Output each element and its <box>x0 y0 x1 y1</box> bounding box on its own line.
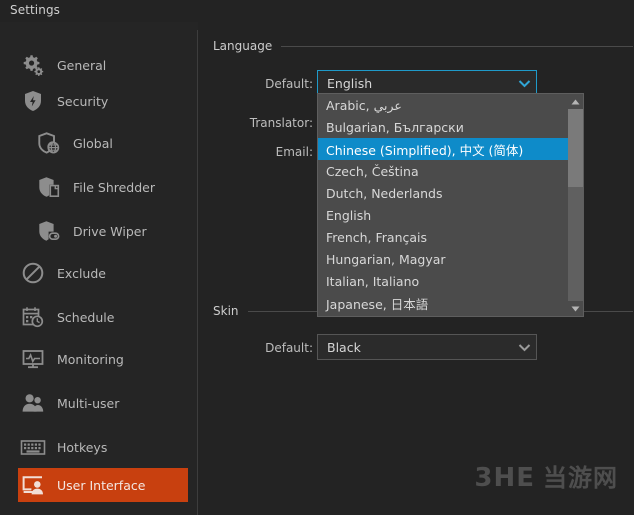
chevron-down-icon <box>512 335 536 359</box>
sidebar-item-security[interactable]: Security <box>18 84 188 118</box>
dropdown-scrollbar[interactable] <box>568 94 583 316</box>
watermark-latin: 3HE <box>474 463 535 493</box>
sidebar-item-label: Exclude <box>57 265 106 281</box>
language-default-value: English <box>327 75 373 91</box>
dropdown-item[interactable]: Italian, Italiano <box>318 270 570 292</box>
sidebar-item-general[interactable]: General <box>18 48 188 82</box>
sidebar-item-user-interface[interactable]: User Interface <box>18 468 188 502</box>
dropdown-item[interactable]: French, Français <box>318 226 570 248</box>
settings-window: Settings General Security Global File Sh… <box>0 0 634 515</box>
sidebar-item-schedule[interactable]: Schedule <box>18 300 188 334</box>
dropdown-item-label: Italian, Italiano <box>326 273 420 289</box>
monitor-user-icon <box>18 472 48 498</box>
dropdown-item-label: Arabic, عربي <box>326 97 402 113</box>
sidebar-item-label: Hotkeys <box>57 439 108 455</box>
translator-label: Translator: <box>249 116 313 130</box>
dropdown-item[interactable]: Czech, Čeština <box>318 160 570 182</box>
language-group-separator <box>281 45 633 47</box>
language-dropdown-list[interactable]: Arabic, عربي Bulgarian, Български Chinese … <box>317 93 584 317</box>
scroll-up-arrow-icon[interactable] <box>568 94 583 109</box>
sidebar-item-exclude[interactable]: Exclude <box>18 256 188 290</box>
sidebar-item-label: Multi-user <box>57 395 120 411</box>
skin-default-combobox[interactable]: Black <box>317 334 537 360</box>
sidebar-item-label: Global <box>73 135 113 151</box>
sidebar-item-label: Schedule <box>57 309 115 325</box>
sidebar-item-multi-user[interactable]: Multi-user <box>18 386 188 420</box>
no-entry-icon <box>18 260 48 286</box>
dropdown-item[interactable]: English <box>318 204 570 226</box>
sidebar-item-label: General <box>57 57 107 73</box>
dropdown-item-label: Chinese (Simplified), 中文 (简体) <box>326 142 524 158</box>
sidebar-item-global[interactable]: Global <box>34 126 188 160</box>
dropdown-item[interactable]: Arabic, عربي <box>318 94 570 116</box>
shield-drive-icon <box>34 218 64 244</box>
dropdown-item-label: Hungarian, Magyar <box>326 251 446 267</box>
chevron-down-icon <box>512 71 536 95</box>
dropdown-item[interactable]: Hungarian, Magyar <box>318 248 570 270</box>
sidebar: General Security Global File Shredder Dr… <box>0 22 198 515</box>
keyboard-icon <box>18 434 48 460</box>
skin-default-label: Default: <box>265 341 313 355</box>
dropdown-scrollbar-thumb[interactable] <box>568 109 583 187</box>
skin-default-value: Black <box>327 339 361 355</box>
window-title: Settings <box>10 3 61 17</box>
skin-group-title: Skin <box>213 304 239 318</box>
language-group-title: Language <box>213 39 273 53</box>
monitor-pulse-icon <box>18 346 48 372</box>
dropdown-item-label: Japanese, 日本語 <box>326 296 429 312</box>
shield-file-icon <box>34 174 64 200</box>
shield-globe-icon <box>34 130 64 156</box>
sidebar-divider <box>197 30 198 515</box>
dropdown-item[interactable]: Dutch, Nederlands <box>318 182 570 204</box>
dropdown-item[interactable]: Japanese, 日本語 <box>318 292 570 314</box>
sidebar-item-label: Monitoring <box>57 351 124 367</box>
sidebar-item-label: User Interface <box>57 477 146 493</box>
watermark: 3HE 当游网 <box>474 458 618 493</box>
sidebar-item-monitoring[interactable]: Monitoring <box>18 342 188 376</box>
dropdown-item-label: Dutch, Nederlands <box>326 185 443 201</box>
sidebar-item-file-shredder[interactable]: File Shredder <box>34 170 188 204</box>
sidebar-item-drive-wiper[interactable]: Drive Wiper <box>34 214 188 248</box>
sidebar-item-label: File Shredder <box>73 179 156 195</box>
dropdown-item[interactable]: Bulgarian, Български <box>318 116 570 138</box>
dropdown-item-label: English <box>326 207 372 223</box>
title-bar: Settings <box>0 0 634 22</box>
scroll-down-arrow-icon[interactable] <box>568 301 583 316</box>
language-default-label: Default: <box>265 77 313 91</box>
shield-bolt-icon <box>18 88 48 114</box>
sidebar-item-label: Drive Wiper <box>73 223 147 239</box>
sidebar-item-label: Security <box>57 93 109 109</box>
dropdown-item-label: French, Français <box>326 229 428 245</box>
language-group-header: Language <box>213 38 633 54</box>
sidebar-item-hotkeys[interactable]: Hotkeys <box>18 430 188 464</box>
dropdown-item-selected[interactable]: Chinese (Simplified), 中文 (简体) <box>318 138 570 160</box>
gear-icon <box>18 52 48 78</box>
dropdown-item-label: Czech, Čeština <box>326 163 419 179</box>
email-label: Email: <box>275 145 313 159</box>
dropdown-item-label: Bulgarian, Български <box>326 119 464 135</box>
calendar-clock-icon <box>18 304 48 330</box>
watermark-chinese: 当游网 <box>543 464 618 492</box>
users-icon <box>18 390 48 416</box>
